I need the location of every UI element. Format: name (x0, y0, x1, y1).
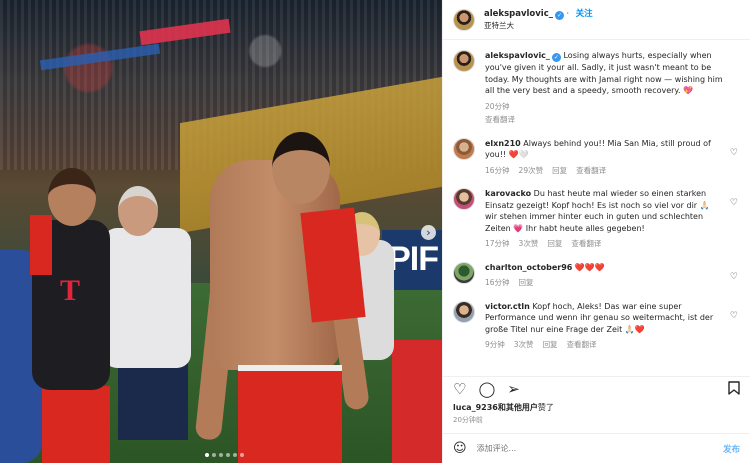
comment-time[interactable]: 20分钟 (485, 101, 510, 113)
player-left-head (48, 168, 96, 226)
liker-username[interactable]: luca_9236 (453, 403, 498, 412)
caption: alekspavlovic_ ✓ Losing always hurts, esp… (453, 50, 740, 126)
avatar[interactable] (453, 188, 475, 210)
reply-button[interactable]: 回复 (543, 339, 558, 351)
carousel-dots (205, 453, 244, 457)
heart-icon[interactable]: ♡ (453, 382, 466, 397)
carousel-dot (212, 453, 216, 457)
likes-others[interactable]: 和其他用户 (498, 403, 538, 412)
instagram-post-view: PIF T › alekspavlovic_ ✓ · 关注 亚特兰大 aleks… (0, 0, 750, 463)
comment-username[interactable]: elxn210 (485, 139, 521, 148)
scarf (30, 215, 52, 275)
carousel-dot (240, 453, 244, 457)
translate-link[interactable]: 查看翻译 (576, 165, 606, 177)
comment-item: victor.ctln Kopf hoch, Aleks! Das war ei… (453, 300, 740, 351)
bookmark-icon[interactable] (728, 381, 740, 398)
staff-head (118, 186, 158, 236)
player-shorts (42, 386, 110, 463)
comment-likes[interactable]: 29次赞 (519, 165, 544, 177)
reply-button[interactable]: 回复 (547, 238, 562, 250)
player-main-shorts (238, 365, 342, 463)
comment-time[interactable]: 17分钟 (485, 238, 510, 250)
comment-username[interactable]: victor.ctln (485, 302, 530, 311)
carousel-dot (233, 453, 237, 457)
avatar[interactable] (453, 300, 475, 323)
comment-likes[interactable]: 3次赞 (514, 339, 534, 351)
player-main-head (272, 132, 330, 204)
follow-button[interactable]: 关注 (576, 9, 593, 19)
verified-badge-icon: ✓ (554, 10, 564, 20)
comment-time[interactable]: 16分钟 (485, 165, 510, 177)
translate-link[interactable]: 查看翻译 (485, 114, 515, 126)
comments-list[interactable]: alekspavlovic_ ✓ Losing always hurts, esp… (443, 40, 750, 376)
staff-legs (118, 360, 188, 440)
carousel-dot (219, 453, 223, 457)
avatar[interactable] (453, 50, 475, 72)
avatar[interactable] (453, 8, 475, 31)
post-actions: ♡ ◯ ➢ (443, 376, 750, 402)
comment-time[interactable]: 9分钟 (485, 339, 505, 351)
emoji-icon[interactable]: ☺ (453, 441, 467, 456)
post-photo[interactable]: PIF T › (0, 0, 442, 463)
staff-member (103, 228, 191, 368)
advertising-board (392, 340, 442, 463)
heart-icon[interactable]: ♡ (730, 272, 738, 282)
comment-icon[interactable]: ◯ (478, 382, 495, 397)
comment-item: charlton_october96 ❤️❤️❤️ 16分钟 回复 ♡ (453, 261, 740, 289)
reply-button[interactable]: 回复 (552, 165, 567, 177)
likes-summary[interactable]: luca_9236和其他用户赞了 (443, 402, 750, 413)
heart-icon[interactable]: ♡ (730, 311, 738, 321)
red-shirt-towel (300, 207, 366, 323)
translate-link[interactable]: 查看翻译 (567, 339, 597, 351)
carousel-dot (226, 453, 230, 457)
comment-text: ❤️❤️❤️ (574, 262, 605, 272)
likes-suffix: 赞了 (537, 403, 554, 412)
comment-item: karovacko Du hast heute mal wieder so ei… (453, 188, 740, 250)
reply-button[interactable]: 回复 (519, 277, 534, 289)
chevron-right-icon[interactable]: › (421, 225, 436, 240)
sponsor-banner-text: PIF (388, 240, 439, 278)
post-comment-button[interactable]: 发布 (723, 443, 740, 455)
send-icon[interactable]: ➢ (507, 382, 520, 397)
comment-item: elxn210 Always behind you!! Mia San Mia,… (453, 137, 740, 177)
verified-badge-icon: ✓ (551, 53, 561, 62)
comment-likes[interactable]: 3次赞 (519, 238, 539, 250)
comment-username[interactable]: karovacko (485, 189, 531, 198)
carousel-dot (205, 453, 209, 457)
heart-icon[interactable]: ♡ (730, 198, 738, 208)
post-time[interactable]: 20分钟前 (443, 413, 750, 425)
avatar[interactable] (453, 261, 475, 284)
comment-username[interactable]: alekspavlovic_ (485, 51, 550, 60)
author-username[interactable]: alekspavlovic_ (484, 9, 553, 19)
club-crest-t: T (60, 274, 81, 307)
heart-icon[interactable]: ♡ (730, 148, 738, 158)
post-location[interactable]: 亚特兰大 (484, 20, 593, 32)
comment-input[interactable] (476, 444, 723, 453)
comment-username[interactable]: charlton_october96 (485, 263, 572, 272)
post-side-panel: alekspavlovic_ ✓ · 关注 亚特兰大 alekspavlovic_… (442, 0, 750, 463)
avatar[interactable] (453, 137, 475, 160)
bookmark-icon-svg (728, 381, 740, 395)
add-comment-bar: ☺ 发布 (443, 433, 750, 463)
translate-link[interactable]: 查看翻译 (571, 238, 601, 250)
comment-time[interactable]: 16分钟 (485, 277, 510, 289)
post-header: alekspavlovic_ ✓ · 关注 亚特兰大 (443, 0, 750, 40)
